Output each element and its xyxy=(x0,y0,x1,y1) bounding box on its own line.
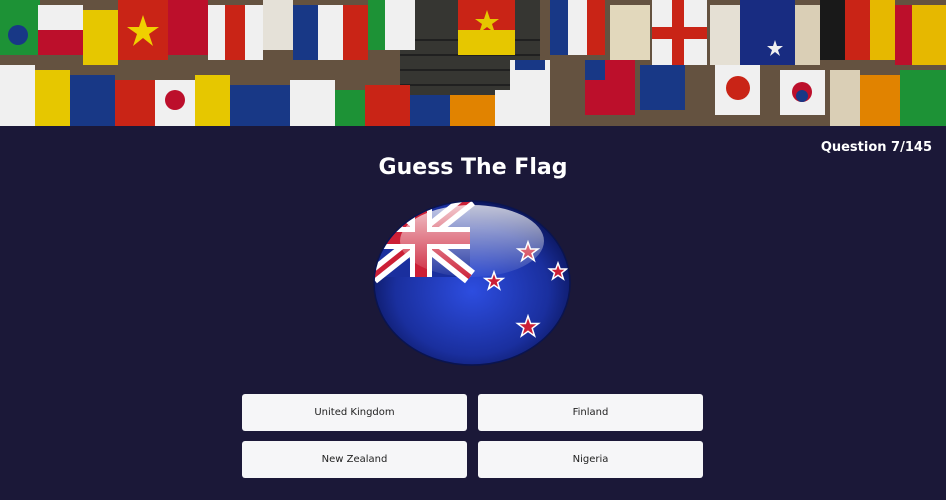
flags-banner-image xyxy=(0,0,946,126)
answer-button-3[interactable]: New Zealand xyxy=(242,441,467,478)
answer-button-1[interactable]: United Kingdom xyxy=(242,394,467,431)
answer-grid: United Kingdom Finland New Zealand Niger… xyxy=(242,394,703,478)
answer-button-2[interactable]: Finland xyxy=(478,394,703,431)
question-counter: Question 7/145 xyxy=(820,140,932,155)
page-title: Guess The Flag xyxy=(378,155,568,180)
new-zealand-flag-globe-icon xyxy=(372,199,572,367)
answer-button-4[interactable]: Nigeria xyxy=(478,441,703,478)
